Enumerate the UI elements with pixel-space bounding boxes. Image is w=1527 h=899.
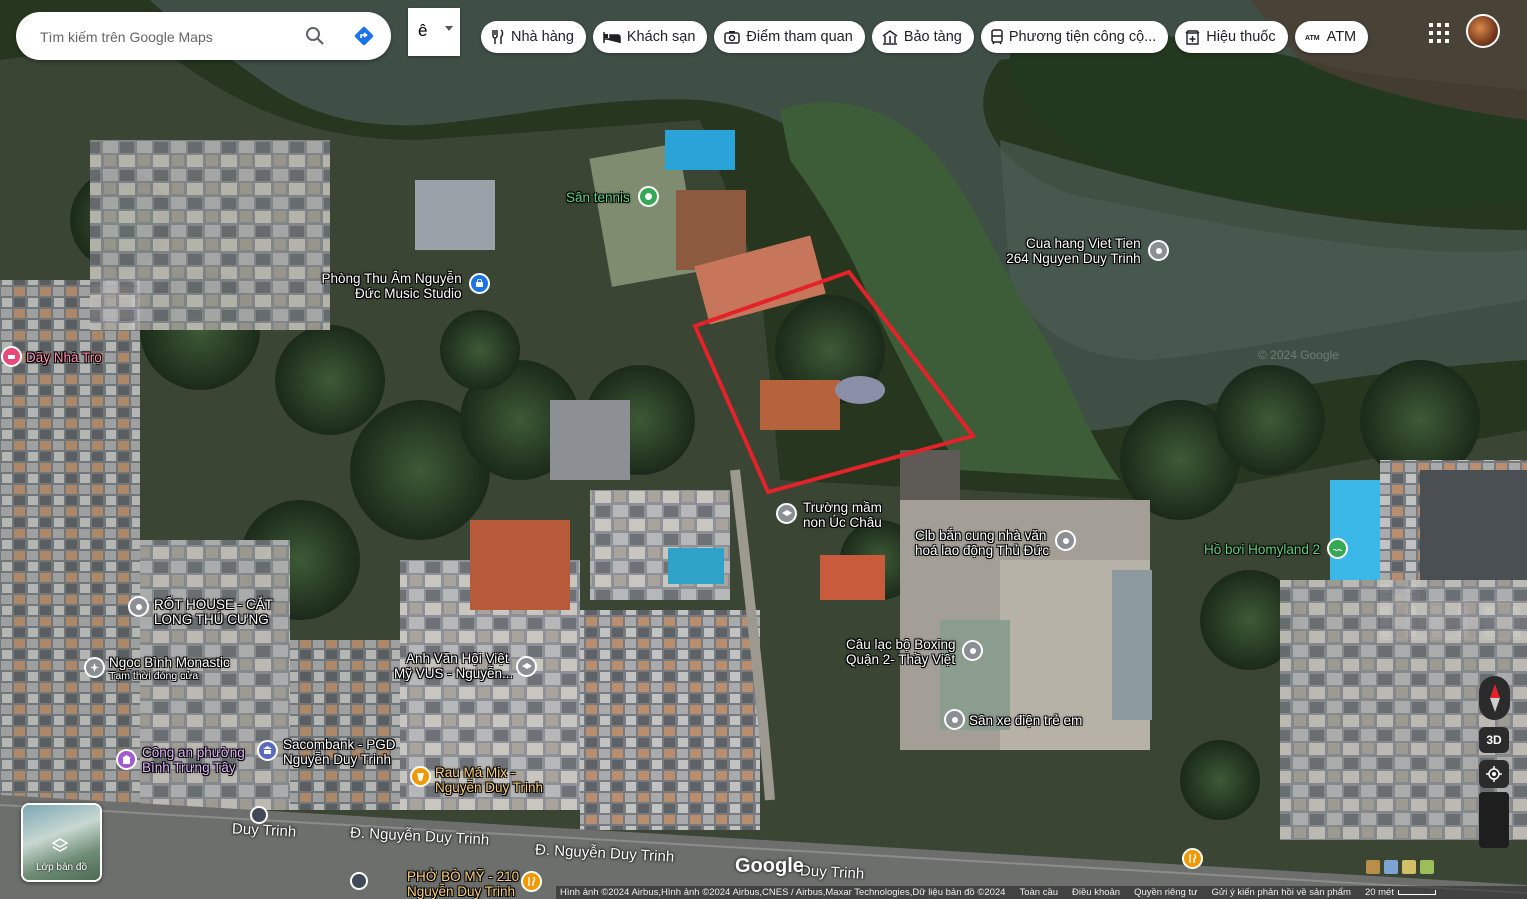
svg-text:ATM: ATM: [1305, 35, 1320, 42]
place-label[interactable]: Phòng Thu Âm Nguyễn Đức Music Studio: [320, 271, 461, 301]
restaurant-icon[interactable]: [1182, 848, 1203, 869]
category-chips: Nhà hàng Khách sạn Điểm tham quan Bảo tà…: [481, 21, 1369, 53]
scale-bar: [1397, 890, 1436, 895]
pin-dot-icon[interactable]: [1148, 240, 1169, 261]
chip-attractions[interactable]: Điểm tham quan: [714, 21, 865, 53]
police-icon[interactable]: [116, 749, 137, 770]
search-box: [16, 12, 391, 60]
chip-label: Phương tiện công cộ...: [1008, 29, 1157, 45]
place-label[interactable]: Câu lạc bộ Boxing Quận 2- Thầy Việt: [846, 637, 956, 667]
chip-label: Bảo tàng: [903, 29, 962, 45]
tennis-icon[interactable]: [638, 186, 659, 207]
avatar[interactable]: [1466, 14, 1500, 48]
chip-hotel[interactable]: Khách sạn: [592, 21, 708, 53]
pin-dot-icon[interactable]: [128, 596, 149, 617]
bus-stop-icon[interactable]: [350, 872, 368, 890]
drink-icon[interactable]: [410, 766, 431, 787]
scale-label: 20 mét: [1364, 887, 1394, 898]
bank-icon[interactable]: [257, 740, 278, 761]
thumbnail[interactable]: [1420, 860, 1434, 874]
pool-icon[interactable]: [1327, 538, 1348, 559]
school-icon[interactable]: [776, 503, 797, 524]
faint-copyright: © 2024 Google: [1258, 348, 1339, 362]
apps-grid-icon[interactable]: [1426, 20, 1452, 46]
thumbnail[interactable]: [1384, 860, 1398, 874]
search-input[interactable]: [38, 24, 292, 50]
chip-label: Hiệu thuốc: [1206, 29, 1276, 45]
my-location-icon: [1486, 766, 1502, 782]
thumbnail[interactable]: [1366, 860, 1380, 874]
layers-button[interactable]: Lớp bản đồ: [21, 803, 102, 882]
camera-icon: [724, 31, 741, 44]
place-label[interactable]: Ngọc Bình Monastic Tạm thời đóng cửa: [109, 655, 230, 683]
attribution-footer: Hình ảnh ©2024 Airbus,Hình ảnh ©2024 Air…: [556, 886, 1527, 899]
input-method-box[interactable]: ê: [408, 8, 460, 56]
footer-link-privacy[interactable]: Quyền riêng tư: [1134, 887, 1197, 898]
place-label[interactable]: Rau Má Mix - Nguyễn Duy Trinh: [435, 765, 543, 795]
place-label[interactable]: Sacombank - PGD Nguyễn Duy Trinh: [283, 737, 396, 767]
restaurant-icon: [492, 29, 504, 44]
pin-dot-icon[interactable]: [944, 709, 965, 730]
chip-pharmacy[interactable]: Hiệu thuốc: [1175, 21, 1288, 53]
place-label[interactable]: Trường mầm non Úc Châu: [803, 500, 882, 530]
directions-icon[interactable]: [349, 21, 379, 51]
layers-label: Lớp bản đồ: [35, 862, 88, 873]
footer-link-feedback[interactable]: Gửi ý kiến phản hồi về sản phẩm: [1211, 887, 1350, 898]
chip-label: Nhà hàng: [511, 29, 574, 45]
chip-restaurant[interactable]: Nhà hàng: [481, 21, 586, 53]
chip-museum[interactable]: Bảo tàng: [871, 21, 974, 53]
monastery-icon[interactable]: [84, 657, 105, 678]
thumbnail[interactable]: [1402, 860, 1416, 874]
imagery-thumbnails[interactable]: [1366, 852, 1466, 882]
place-label[interactable]: Sân tennis: [566, 190, 630, 205]
layers-icon: [52, 838, 68, 852]
road-label: Duy Trinh: [231, 820, 297, 841]
place-label[interactable]: Clb bắn cung nhà văn hoá lao động Thủ Đức: [915, 528, 1049, 558]
chip-transit[interactable]: Phương tiện công cộ...: [980, 21, 1169, 53]
school-icon[interactable]: [516, 656, 537, 677]
compass-icon: [1489, 684, 1500, 712]
pin-dot-icon[interactable]: [1055, 530, 1076, 551]
place-label[interactable]: Công an phường Bình Trưng Tây: [142, 745, 245, 775]
3d-button[interactable]: 3D: [1479, 727, 1509, 753]
bed-icon[interactable]: [1, 346, 22, 367]
music-icon[interactable]: [469, 273, 490, 294]
pharmacy-icon: [1185, 29, 1200, 45]
place-label[interactable]: Hồ bơi Homyland 2: [1204, 542, 1320, 557]
chip-label: Điểm tham quan: [746, 29, 853, 45]
google-watermark: Google: [735, 855, 804, 877]
input-method-char: ê: [418, 21, 428, 40]
place-label[interactable]: Anh Văn Hội Việt Mỹ VUS - Nguyễn...: [394, 651, 513, 681]
place-label[interactable]: RỐT HOUSE - CẮT LONG THÚ CƯNG: [154, 597, 273, 627]
chevron-down-icon[interactable]: [445, 26, 453, 31]
compass-button[interactable]: [1479, 676, 1510, 720]
pin-dot-icon[interactable]: [962, 640, 983, 661]
transit-icon: [991, 29, 1003, 45]
imagery-credit: Hình ảnh ©2024 Airbus,Hình ảnh ©2024 Air…: [560, 887, 1006, 898]
chip-label: Khách sạn: [626, 29, 696, 45]
atm-icon: ATM: [1305, 35, 1320, 42]
footer-link-global[interactable]: Toàn cầu: [1019, 887, 1058, 898]
chip-atm[interactable]: ATM ATM: [1294, 21, 1369, 53]
place-label[interactable]: PHỞ BÒ MỸ - 210 Nguyễn Duy Trinh: [407, 869, 519, 899]
search-icon[interactable]: [300, 21, 330, 51]
place-label[interactable]: Dãy Nhà Trọ: [26, 350, 102, 365]
museum-icon: [882, 29, 898, 45]
hotel-icon: [603, 32, 621, 43]
place-label[interactable]: Cua hang Viet Tien 264 Nguyen Duy Trinh: [1006, 236, 1140, 266]
footer-link-terms[interactable]: Điều khoản: [1072, 887, 1120, 898]
place-label[interactable]: Sân xe điện trẻ em: [969, 713, 1082, 728]
chip-label: ATM: [1326, 29, 1357, 45]
road-label: Duy Trinh: [799, 862, 865, 883]
restaurant-icon[interactable]: [521, 871, 542, 892]
zoom-controls[interactable]: [1479, 792, 1509, 848]
my-location-button[interactable]: [1479, 760, 1509, 788]
